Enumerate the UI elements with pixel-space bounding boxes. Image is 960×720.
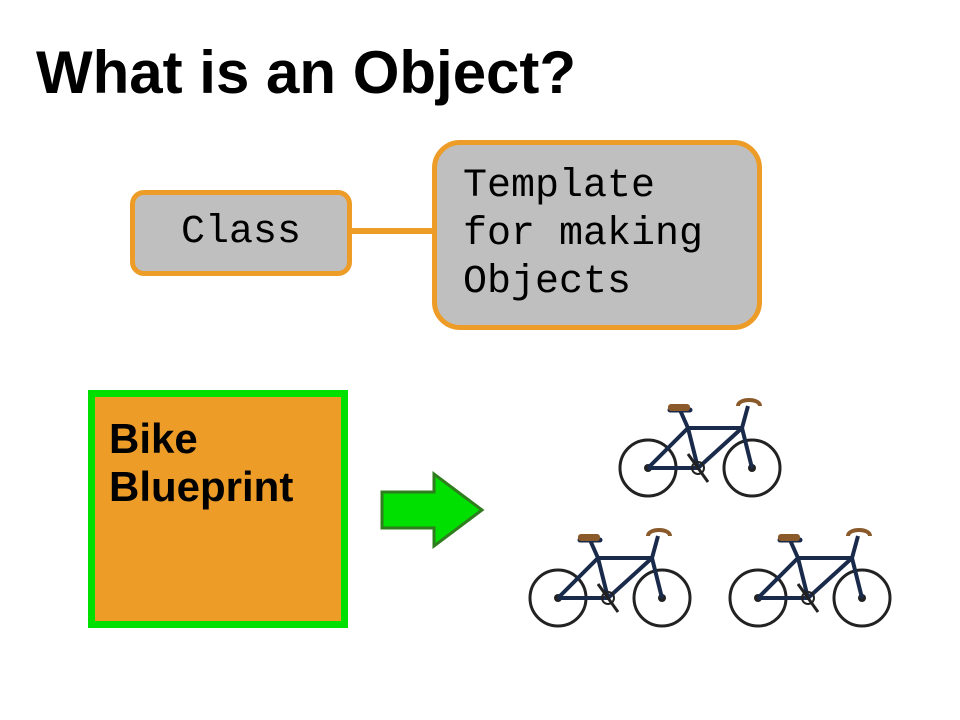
template-box: Template for making Objects	[432, 140, 762, 330]
blueprint-box-label: Bike Blueprint	[109, 415, 293, 510]
class-box-label: Class	[181, 209, 301, 257]
class-box: Class	[130, 190, 352, 276]
blueprint-box: Bike Blueprint	[88, 390, 348, 628]
bicycle-icon	[720, 510, 900, 630]
bicycle-icon	[610, 380, 790, 500]
template-box-label: Template for making Objects	[463, 163, 731, 307]
right-arrow-icon	[378, 470, 488, 550]
connector-line	[352, 228, 432, 234]
bicycle-icon	[520, 510, 700, 630]
bike-instances	[520, 380, 920, 640]
slide-title: What is an Object?	[36, 38, 576, 107]
